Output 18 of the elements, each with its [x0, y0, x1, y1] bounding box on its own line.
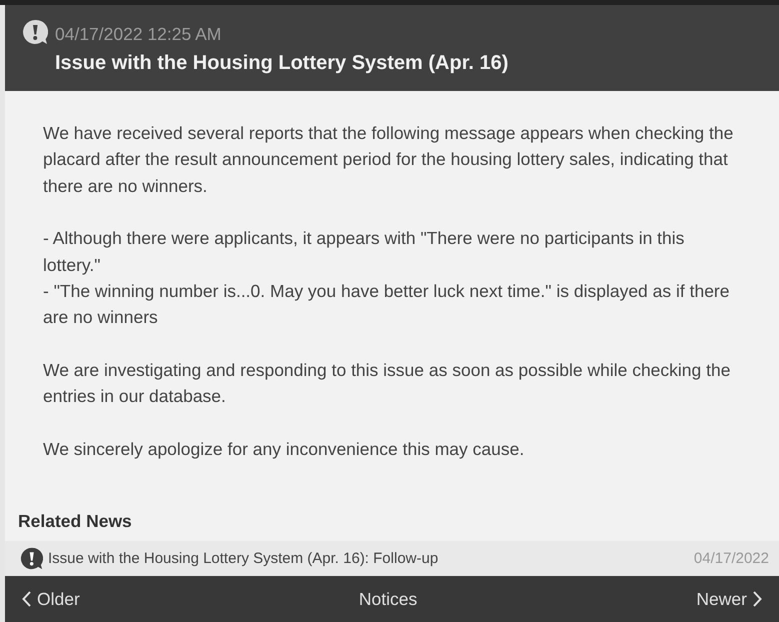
notice-date: 04/17/2022 12:25 AM: [55, 22, 222, 44]
news-title: Issue with the Housing Lottery System (Apr. 16): Follow-up: [48, 550, 440, 568]
related-news-item[interactable]: Issue with the Housing Lottery System (Apr. 16): Follow-up 04/17/2022: [5, 541, 779, 576]
list-item-text: - "The winning number is...0. May you have better luck next time." is displayed as if there are no winners: [43, 280, 730, 330]
alert-bubble-icon: [20, 547, 43, 570]
alert-bubble-icon: [22, 19, 48, 45]
section-heading: Related News: [18, 511, 133, 531]
paragraph: We are investigating and responding to this issue as soon as possible while checking the entries in our database.: [43, 359, 732, 408]
paragraph: We have received several reports that the following message appears when checking the placard after the result announcement period for the housing lottery sales, indicating that there are no winners.: [43, 122, 734, 198]
paragraph: We sincerely apologize for any inconvenience this may cause.: [43, 438, 526, 462]
chevron-right-icon: [752, 591, 762, 607]
chevron-left-icon: [22, 591, 31, 607]
notices-button[interactable]: Notices: [354, 586, 422, 612]
older-button[interactable]: Older: [17, 586, 85, 612]
list-item-text: - Although there were applicants, it appears with "There were no participants in this lottery.": [43, 227, 686, 277]
notice-title: Issue with the Housing Lottery System (Apr. 16): [55, 51, 510, 75]
news-date: 04/17/2022: [694, 550, 769, 568]
newer-button[interactable]: Newer: [691, 586, 767, 612]
